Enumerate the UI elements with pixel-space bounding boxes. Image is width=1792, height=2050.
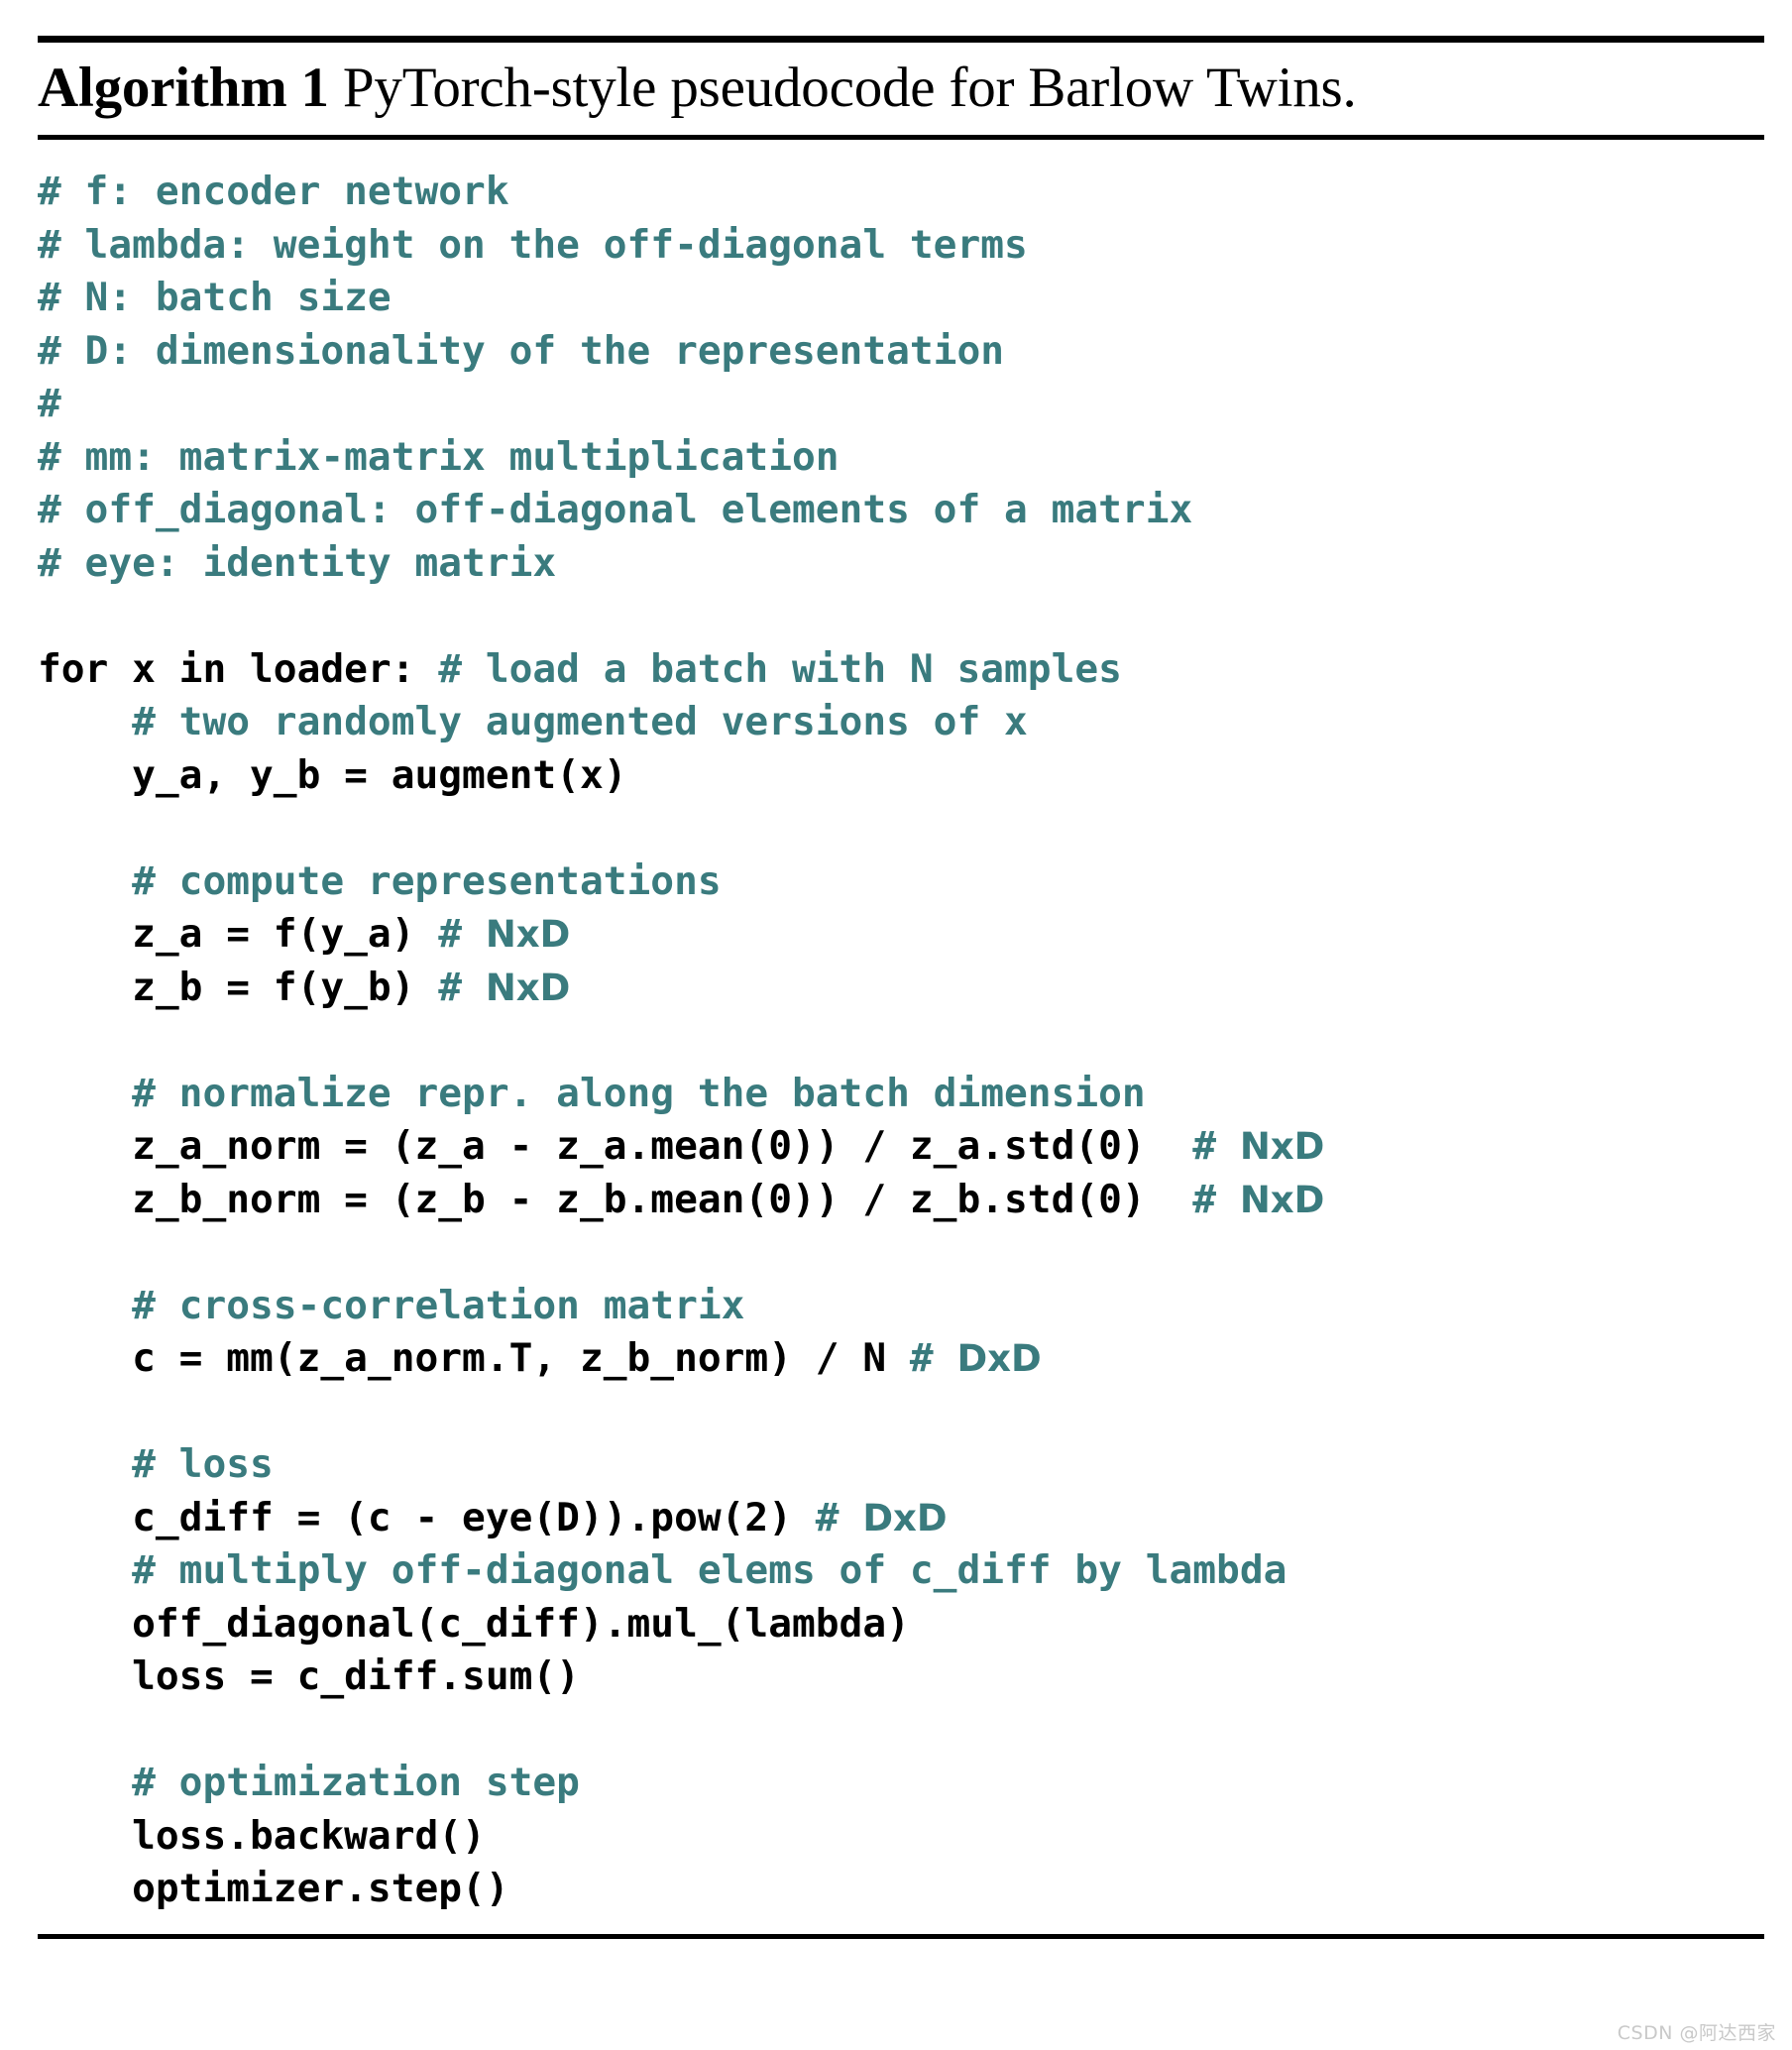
- code-line: off_diagonal(c_diff).mul_(lambda): [38, 1598, 1764, 1651]
- top-rule: [38, 36, 1764, 43]
- code-token: z_a_norm = (z_a - z_a.mean(0)) / z_a.std…: [38, 1123, 1193, 1170]
- code-comment-token: # mm: matrix-matrix multiplication: [38, 433, 840, 480]
- code-line: # optimization step: [38, 1757, 1764, 1810]
- csdn-watermark: CSDN @阿达西家: [1617, 2022, 1776, 2044]
- code-comment-token: # D: dimensionality of the representatio…: [38, 327, 1005, 374]
- code-token: y_a, y_b = augment(x): [38, 751, 627, 798]
- code-line: # N: batch size: [38, 272, 1764, 325]
- code-comment-token: #: [1192, 1176, 1240, 1222]
- code-line: z_b = f(y_b) # NxD: [38, 962, 1764, 1015]
- code-comment-token: # optimization step: [38, 1760, 580, 1806]
- code-comment-token: #: [1192, 1123, 1240, 1170]
- algorithm-number-label: Algorithm 1: [38, 57, 329, 119]
- code-line: # normalize repr. along the batch dimens…: [38, 1068, 1764, 1121]
- code-line: z_b_norm = (z_b - z_b.mean(0)) / z_b.std…: [38, 1174, 1764, 1227]
- code-token: for x in loader:: [38, 645, 439, 692]
- code-comment-token: #: [38, 381, 61, 427]
- code-comment-token: # off_diagonal: off-diagonal elements of…: [38, 487, 1193, 533]
- code-token: z_b_norm = (z_b - z_b.mean(0)) / z_b.std…: [38, 1176, 1193, 1222]
- code-dimension-token: DxD: [862, 1496, 948, 1539]
- code-comment-token: # multiply off-diagonal elems of c_diff …: [38, 1547, 1288, 1594]
- code-line: c = mm(z_a_norm.T, z_b_norm) / N # DxD: [38, 1332, 1764, 1386]
- code-comment-token: # normalize repr. along the batch dimens…: [38, 1070, 1146, 1116]
- code-dimension-token: NxD: [485, 913, 571, 957]
- code-token: optimizer.step(): [38, 1866, 509, 1912]
- code-token: off_diagonal(c_diff).mul_(lambda): [38, 1600, 910, 1647]
- algorithm-caption: PyTorch-style pseudocode for Barlow Twin…: [328, 57, 1357, 119]
- code-token: loss = c_diff.sum(): [38, 1653, 580, 1700]
- code-token: c_diff = (c - eye(D)).pow(2): [38, 1494, 816, 1540]
- bottom-rule: [38, 1933, 1764, 1939]
- code-comment-token: # two randomly augmented versions of x: [38, 699, 1028, 745]
- code-comment-token: # N: batch size: [38, 275, 392, 321]
- code-comment-token: #: [815, 1494, 863, 1540]
- code-dimension-token: NxD: [1239, 1178, 1325, 1221]
- code-line: z_a = f(y_a) # NxD: [38, 908, 1764, 962]
- code-comment-token: # load a batch with N samples: [438, 645, 1122, 692]
- code-line: loss = c_diff.sum(): [38, 1651, 1764, 1704]
- code-comment-token: # cross-correlation matrix: [38, 1282, 745, 1328]
- code-comment-token: #: [438, 964, 486, 1010]
- algorithm-title: Algorithm 1 PyTorch-style pseudocode for…: [38, 43, 1764, 135]
- code-comment-token: #: [909, 1335, 957, 1382]
- code-comment-token: # lambda: weight on the off-diagonal ter…: [38, 221, 1028, 268]
- code-line: # multiply off-diagonal elems of c_diff …: [38, 1544, 1764, 1598]
- code-comment-token: # loss: [38, 1441, 274, 1488]
- code-line: # loss: [38, 1438, 1764, 1492]
- code-line: # off_diagonal: off-diagonal elements of…: [38, 484, 1764, 537]
- code-line: y_a, y_b = augment(x): [38, 749, 1764, 803]
- code-line: optimizer.step(): [38, 1863, 1764, 1916]
- algorithm-block: Algorithm 1 PyTorch-style pseudocode for…: [38, 36, 1764, 1939]
- code-token: z_b = f(y_b): [38, 964, 439, 1010]
- code-line: # mm: matrix-matrix multiplication: [38, 431, 1764, 485]
- code-line: loss.backward(): [38, 1810, 1764, 1864]
- code-line: # lambda: weight on the off-diagonal ter…: [38, 219, 1764, 273]
- code-comment-token: #: [438, 911, 486, 958]
- code-line: # eye: identity matrix: [38, 537, 1764, 591]
- code-token: loss.backward(): [38, 1812, 486, 1859]
- code-comment-token: # eye: identity matrix: [38, 539, 557, 586]
- code-line: for x in loader: # load a batch with N s…: [38, 643, 1764, 697]
- code-line: # f: encoder network: [38, 166, 1764, 219]
- code-dimension-token: DxD: [956, 1337, 1042, 1381]
- code-token: z_a = f(y_a): [38, 911, 439, 958]
- code-comment-token: # compute representations: [38, 857, 722, 904]
- code-line: # two randomly augmented versions of x: [38, 696, 1764, 749]
- code-comment-token: # f: encoder network: [38, 169, 509, 215]
- code-line: z_a_norm = (z_a - z_a.mean(0)) / z_a.std…: [38, 1120, 1764, 1174]
- code-line: c_diff = (c - eye(D)).pow(2) # DxD: [38, 1492, 1764, 1545]
- code-line: #: [38, 378, 1764, 431]
- code-line: # cross-correlation matrix: [38, 1280, 1764, 1333]
- code-line: # D: dimensionality of the representatio…: [38, 325, 1764, 379]
- code-line: # compute representations: [38, 855, 1764, 909]
- code-dimension-token: NxD: [1239, 1125, 1325, 1169]
- code-token: c = mm(z_a_norm.T, z_b_norm) / N: [38, 1335, 910, 1382]
- pseudocode-listing: # f: encoder network # lambda: weight on …: [38, 140, 1764, 1934]
- code-dimension-token: NxD: [485, 966, 571, 1009]
